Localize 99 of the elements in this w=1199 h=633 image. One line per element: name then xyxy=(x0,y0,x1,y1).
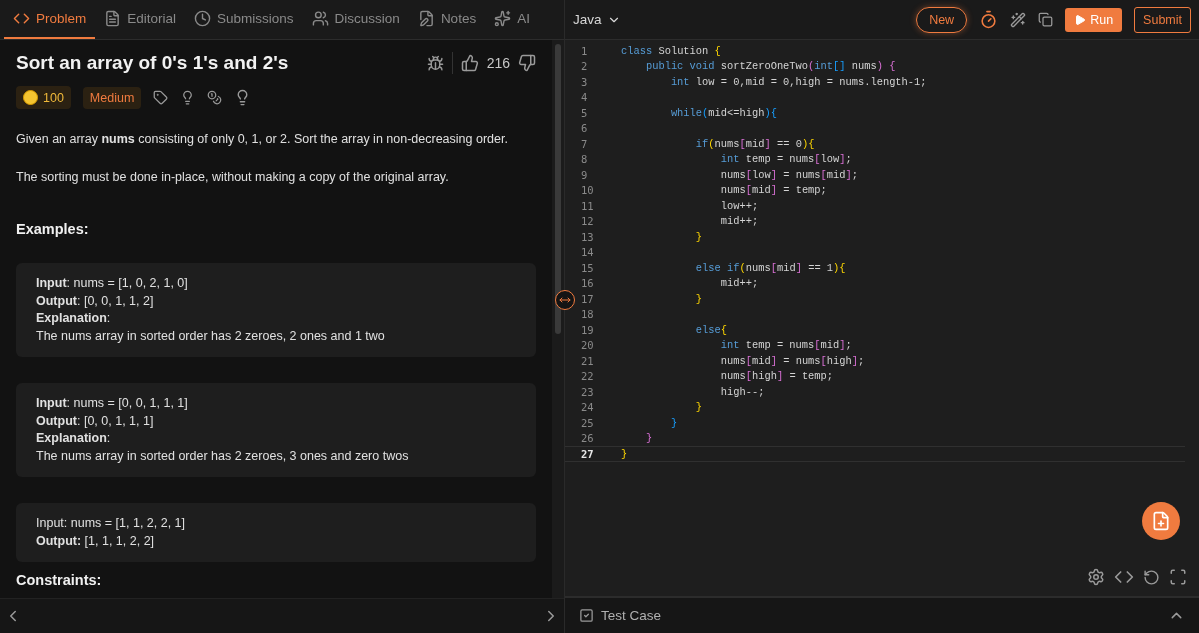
copy-icon[interactable] xyxy=(1038,12,1054,27)
example-line: Output: [1, 1, 1, 2, 2] xyxy=(36,532,156,550)
example-line: The nums array in sorted order has 2 zeroes, 3 ones and zero twos xyxy=(36,447,410,465)
code-line: int temp = nums[mid]; xyxy=(719,339,852,352)
bug-icon[interactable] xyxy=(426,54,444,72)
code-line: mid++; xyxy=(719,215,759,228)
panel-tab[interactable]: Submissions xyxy=(185,0,303,39)
coins-icon[interactable] xyxy=(207,90,223,105)
thumbs-down-icon[interactable] xyxy=(518,54,536,72)
example-line: Output: [0, 0, 1, 1, 1] xyxy=(36,412,155,430)
line-number: 1 xyxy=(580,44,589,57)
code-line: } xyxy=(621,447,628,460)
code-line: nums[mid] = nums[high]; xyxy=(719,354,865,367)
magic-wand-icon[interactable] xyxy=(1010,11,1027,28)
thumbs-up-icon[interactable] xyxy=(460,54,479,72)
checkbox-icon xyxy=(579,608,594,623)
code-line: } xyxy=(669,416,678,429)
coin-icon xyxy=(23,90,38,105)
panel-tab[interactable]: Notes xyxy=(408,0,486,39)
code-line: int temp = nums[low]; xyxy=(719,153,852,166)
coin-badge: 100 xyxy=(16,86,71,109)
problem-title: Sort an array of 0's 1's and 2's xyxy=(16,52,289,74)
description-paragraph: The sorting must be done in-place, without making a copy of the original array. xyxy=(16,169,450,185)
line-number: 20 xyxy=(580,339,595,352)
code-line: } xyxy=(644,432,653,445)
code-line: nums[mid] = temp; xyxy=(719,184,827,197)
code-line: } xyxy=(694,230,703,243)
line-number: 7 xyxy=(580,137,589,150)
line-number: 19 xyxy=(580,323,595,336)
scrollbar[interactable] xyxy=(552,40,564,598)
line-number: 14 xyxy=(580,246,595,259)
like-count: 216 xyxy=(486,55,510,71)
constraints-heading: Constraints: xyxy=(16,572,103,588)
submit-button[interactable]: Submit xyxy=(1134,6,1191,33)
examples-heading: Examples: xyxy=(16,221,90,237)
example-line: Explanation: xyxy=(36,430,112,447)
code-line: } xyxy=(694,401,703,414)
line-number: 2 xyxy=(580,60,589,73)
line-number: 15 xyxy=(580,261,595,274)
line-number: 21 xyxy=(580,354,595,367)
sparkles-icon xyxy=(494,10,512,27)
panel-tab[interactable]: Editorial xyxy=(95,0,186,39)
example-line: Input: nums = [1, 0, 2, 1, 0] xyxy=(36,275,189,292)
add-note-button[interactable] xyxy=(1142,502,1180,540)
code-line: nums[low] = nums[mid]; xyxy=(719,168,859,181)
settings-icon[interactable] xyxy=(1087,568,1105,586)
line-number: 16 xyxy=(580,277,595,290)
example-line: Explanation: xyxy=(36,310,112,327)
line-number: 4 xyxy=(580,91,589,104)
line-number: 26 xyxy=(580,432,595,445)
line-number: 22 xyxy=(580,370,595,383)
code-line: class Solution { xyxy=(621,44,721,57)
code-line: public void sortZeroOneTwo(int[] nums) { xyxy=(644,60,896,73)
play-icon xyxy=(1074,13,1087,26)
code-line: while(mid<=high){ xyxy=(669,106,777,119)
line-number: 27 xyxy=(580,447,595,460)
clock-icon xyxy=(194,10,212,27)
line-number: 11 xyxy=(580,199,595,212)
code-line: } xyxy=(694,292,703,305)
note-pen-icon xyxy=(417,10,435,27)
note-plus-icon xyxy=(1151,511,1171,531)
code-line: nums[high] = temp; xyxy=(719,370,834,383)
example-line: The nums array in sorted order has 2 zeroes, 2 ones and 1 two xyxy=(36,327,386,345)
line-number: 13 xyxy=(580,230,595,243)
line-number: 12 xyxy=(580,215,595,228)
code-line: if(nums[mid] == 0){ xyxy=(694,137,815,150)
timer-icon[interactable] xyxy=(979,10,999,29)
panel-tab[interactable]: AI xyxy=(485,0,539,39)
reset-icon[interactable] xyxy=(1143,568,1160,586)
example-line: Input: nums = [0, 0, 1, 1, 1] xyxy=(36,395,189,412)
code-line: high--; xyxy=(719,385,765,398)
panel-tab[interactable]: Discussion xyxy=(302,0,409,39)
code-line: mid++; xyxy=(719,277,759,290)
fullscreen-icon[interactable] xyxy=(1169,568,1187,586)
document-icon xyxy=(104,10,122,27)
language-dropdown[interactable]: Java xyxy=(573,12,621,27)
code-line: else{ xyxy=(694,323,728,336)
tag-icon[interactable] xyxy=(153,90,169,105)
line-number: 24 xyxy=(580,401,595,414)
test-case-label[interactable]: Test Case xyxy=(601,608,662,623)
run-button[interactable]: Run xyxy=(1065,7,1123,32)
line-number: 17 xyxy=(580,292,595,305)
code-line: else if(nums[mid] == 1){ xyxy=(694,261,846,274)
line-number: 25 xyxy=(580,416,595,429)
line-number: 5 xyxy=(580,106,589,119)
description-paragraph: Given an array nums consisting of only 0, 1, or 2. Sort the array in non-decreasing order. xyxy=(16,131,509,147)
line-number: 3 xyxy=(580,75,589,88)
example-line: Output: [0, 0, 1, 1, 2] xyxy=(36,292,155,310)
line-number: 8 xyxy=(580,153,589,166)
people-icon xyxy=(311,10,329,27)
code-line: int low = 0,mid = 0,high = nums.length-1; xyxy=(669,75,927,88)
line-number: 23 xyxy=(580,385,595,398)
line-number: 6 xyxy=(580,122,589,135)
line-number: 10 xyxy=(580,184,595,197)
example-line: Input: nums = [1, 1, 2, 2, 1] xyxy=(36,515,187,532)
line-number: 9 xyxy=(580,168,589,181)
difficulty-badge: Medium xyxy=(82,86,142,109)
code-line: low++; xyxy=(719,199,759,212)
line-number: 18 xyxy=(580,308,595,321)
